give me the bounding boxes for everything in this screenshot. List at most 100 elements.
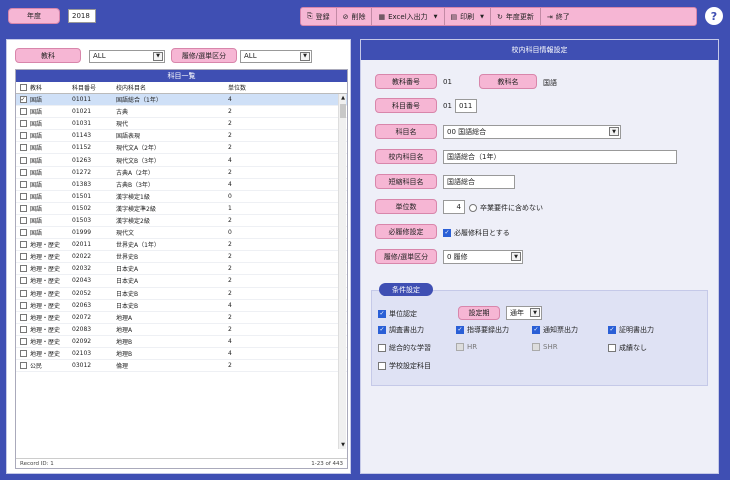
cell-code: 02092 bbox=[72, 337, 92, 345]
row-checkbox[interactable] bbox=[19, 313, 27, 321]
row-checkbox[interactable] bbox=[19, 168, 27, 176]
check-icon[interactable]: ✓ bbox=[378, 326, 386, 334]
course-no-input[interactable]: 011 bbox=[455, 99, 477, 113]
chevron-down-icon[interactable]: ▼ bbox=[530, 308, 540, 317]
exit-button[interactable]: ⇥ 終了 bbox=[541, 8, 576, 25]
table-row[interactable]: 公民 03012 倫理 2 bbox=[16, 360, 347, 373]
chevron-down-icon[interactable]: ▼ bbox=[153, 52, 163, 61]
chevron-down-icon[interactable]: ▼ bbox=[300, 52, 310, 61]
scrollbar-thumb[interactable] bbox=[340, 104, 346, 118]
column-header[interactable]: 単位数 bbox=[228, 83, 262, 92]
register-button[interactable]: ⎘ 登録 bbox=[301, 8, 337, 25]
chevron-down-icon[interactable]: ▼ bbox=[511, 252, 521, 261]
condition-checkbox[interactable]: ✓ 証明書出力 bbox=[608, 325, 654, 335]
row-checkbox[interactable] bbox=[19, 301, 27, 309]
year-input[interactable]: 2018 bbox=[68, 9, 96, 23]
row-checkbox[interactable] bbox=[19, 108, 27, 116]
table-row[interactable]: 地理・歴史 02103 地理B 4 bbox=[16, 348, 347, 361]
checkbox-icon[interactable] bbox=[378, 344, 386, 352]
year-update-button[interactable]: ↻ 年度更新 bbox=[491, 8, 541, 25]
condition-checkbox[interactable]: ✓ 調査書出力 bbox=[378, 325, 424, 335]
row-checkbox[interactable] bbox=[19, 241, 27, 249]
table-row[interactable]: 地理・歴史 02032 日本史A 2 bbox=[16, 263, 347, 276]
row-checkbox[interactable] bbox=[19, 362, 27, 370]
table-row[interactable]: 国語 01031 現代 2 bbox=[16, 118, 347, 131]
checkbox-icon[interactable] bbox=[378, 362, 386, 370]
table-row[interactable]: 国語 01152 現代文A（2年） 2 bbox=[16, 142, 347, 155]
table-row[interactable]: 国語 01999 現代文 0 bbox=[16, 227, 347, 240]
help-icon[interactable]: ? bbox=[705, 7, 723, 25]
row-checkbox[interactable] bbox=[19, 120, 27, 128]
table-row[interactable]: 地理・歴史 02022 世界史B 2 bbox=[16, 251, 347, 264]
condition-checkbox[interactable]: ✓ 通知票出力 bbox=[532, 325, 578, 335]
school-name-input[interactable]: 国語総合（1年） bbox=[443, 150, 677, 164]
condition-checkbox[interactable]: 総合的な学習 bbox=[378, 343, 431, 353]
chevron-down-icon[interactable]: ▼ bbox=[609, 127, 619, 136]
column-header[interactable]: 教科 bbox=[30, 83, 72, 92]
row-checkbox[interactable] bbox=[19, 337, 27, 345]
table-row[interactable]: 地理・歴史 02083 地理A 2 bbox=[16, 324, 347, 336]
table-row[interactable]: 地理・歴史 02063 日本史B 4 bbox=[16, 300, 347, 312]
row-checkbox[interactable] bbox=[19, 216, 27, 224]
column-header[interactable]: 校内科目名 bbox=[116, 83, 228, 92]
short-name-input[interactable]: 国語総合 bbox=[443, 175, 515, 189]
table-row[interactable]: 国語 01502 漢字検定準2級 1 bbox=[16, 203, 347, 215]
check-icon[interactable]: ✓ bbox=[456, 326, 464, 334]
row-checkbox[interactable] bbox=[19, 180, 27, 188]
course-name-select[interactable]: 00 国語総合 ▼ bbox=[443, 125, 621, 139]
grade-cert-checkbox[interactable]: ✓ 単位認定 bbox=[378, 309, 417, 319]
row-checkbox[interactable] bbox=[19, 229, 27, 237]
table-row[interactable]: 地理・歴史 02072 地理A 2 bbox=[16, 312, 347, 324]
table-row[interactable]: 国語 01143 国語表現 2 bbox=[16, 130, 347, 143]
column-header[interactable]: 科目番号 bbox=[72, 83, 116, 92]
required-filter-select[interactable]: ALL ▼ bbox=[240, 50, 312, 63]
chevron-down-icon[interactable]: ▼ bbox=[480, 14, 484, 20]
subject-filter-select[interactable]: ALL ▼ bbox=[89, 50, 165, 63]
row-checkbox[interactable] bbox=[19, 144, 27, 152]
scroll-down-icon[interactable]: ▼ bbox=[339, 441, 347, 449]
excel-button[interactable]: ▦ Excel入出力 ▼ bbox=[372, 8, 445, 25]
row-checkbox[interactable] bbox=[19, 265, 27, 273]
table-row[interactable]: 国語 01383 古典B（3年） 4 bbox=[16, 179, 347, 191]
required-select[interactable]: 0 履修 ▼ bbox=[443, 250, 523, 264]
table-row[interactable]: 地理・歴史 02011 世界史A（1年） 2 bbox=[16, 239, 347, 252]
table-row[interactable]: 国語 01021 古典 2 bbox=[16, 106, 347, 119]
row-checkbox[interactable] bbox=[19, 132, 27, 140]
table-row[interactable]: 国語 01503 漢字検定2級 2 bbox=[16, 215, 347, 228]
row-checkbox[interactable] bbox=[19, 253, 27, 261]
chevron-down-icon[interactable]: ▼ bbox=[434, 14, 438, 20]
scroll-up-icon[interactable]: ▲ bbox=[339, 94, 347, 102]
select-all-checkbox[interactable] bbox=[19, 84, 27, 91]
table-row[interactable]: 国語 01263 現代文B（3年） 4 bbox=[16, 154, 347, 167]
delete-button[interactable]: ⊘ 削除 bbox=[337, 8, 373, 25]
table-row[interactable]: 地理・歴史 02052 日本史B 2 bbox=[16, 288, 347, 300]
row-checkbox[interactable] bbox=[19, 204, 27, 212]
row-checkbox[interactable] bbox=[19, 325, 27, 333]
condition-checkbox[interactable]: 学校設定科目 bbox=[378, 361, 431, 371]
checkbox-icon[interactable] bbox=[608, 344, 616, 352]
mandatory-checkbox[interactable]: ✓ 必履修科目とする bbox=[443, 228, 510, 238]
row-checkbox[interactable] bbox=[19, 192, 27, 200]
condition-checkbox[interactable]: ✓ 指導要録出力 bbox=[456, 325, 509, 335]
row-checkbox[interactable]: ✓ bbox=[19, 96, 27, 104]
table-row[interactable]: ✓ 国語 01011 国語総合（1年） 4 bbox=[16, 94, 347, 107]
print-button[interactable]: ▤ 印刷 ▼ bbox=[445, 8, 491, 25]
check-icon[interactable]: ✓ bbox=[608, 326, 616, 334]
table-row[interactable]: 地理・歴史 02092 地理B 4 bbox=[16, 336, 347, 348]
check-icon[interactable]: ✓ bbox=[532, 326, 540, 334]
table-row[interactable]: 地理・歴史 02043 日本史A 2 bbox=[16, 275, 347, 288]
scrollbar[interactable]: ▲ ▼ bbox=[338, 94, 346, 449]
units-input[interactable]: 4 bbox=[443, 200, 465, 214]
row-checkbox[interactable] bbox=[19, 277, 27, 285]
row-checkbox[interactable] bbox=[19, 350, 27, 358]
table-row[interactable]: 国語 01501 漢字検定1級 0 bbox=[16, 191, 347, 203]
table-row[interactable]: 国語 01272 古典A（2年） 2 bbox=[16, 167, 347, 179]
checkbox-icon[interactable] bbox=[469, 204, 477, 212]
period-select[interactable]: 通年 ▼ bbox=[506, 306, 542, 320]
check-icon[interactable]: ✓ bbox=[443, 229, 451, 237]
row-checkbox[interactable] bbox=[19, 156, 27, 164]
row-checkbox[interactable] bbox=[19, 289, 27, 297]
units-exclude-checkbox[interactable]: 卒業要件に含めない bbox=[469, 203, 543, 213]
check-icon[interactable]: ✓ bbox=[378, 310, 386, 318]
condition-checkbox[interactable]: 成績なし bbox=[608, 343, 647, 353]
